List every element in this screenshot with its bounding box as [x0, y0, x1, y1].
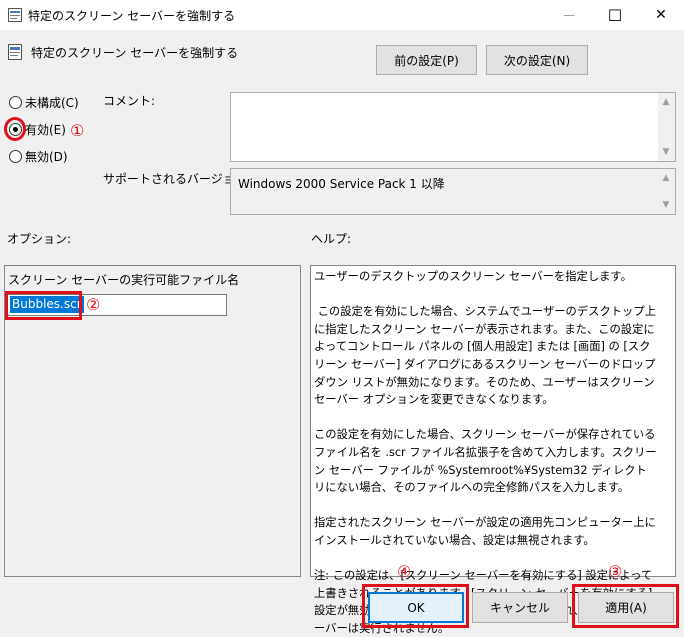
options-heading: オプション:: [7, 232, 72, 246]
next-setting-button[interactable]: 次の設定(N): [486, 45, 588, 75]
annotation-step-2: ②: [86, 295, 101, 314]
supported-on-value: Windows 2000 Service Pack 1 以降: [238, 177, 445, 191]
radio-enabled-label: 有効(E): [25, 123, 66, 137]
scroll-down-icon[interactable]: ▼: [661, 147, 671, 157]
scroll-up-icon[interactable]: ▲: [661, 173, 671, 183]
radio-disabled[interactable]: 無効(D): [9, 148, 68, 165]
minimize-icon: —: [563, 8, 575, 22]
screensaver-exe-label: スクリーン セーバーの実行可能ファイル名: [8, 273, 240, 287]
policy-title: 特定のスクリーン セーバーを強制する: [31, 46, 239, 60]
minimize-button[interactable]: —: [546, 0, 592, 30]
supported-scrollbar[interactable]: ▲ ▼: [658, 169, 675, 214]
annotation-ok-highlight: [362, 584, 469, 628]
close-button[interactable]: ✕: [638, 0, 684, 30]
maximize-icon: ☐: [607, 5, 623, 25]
radio-not-configured[interactable]: 未構成(C): [9, 94, 79, 111]
annotation-step-4: ④: [397, 562, 412, 581]
annotation-step-3: ③: [608, 562, 623, 581]
comment-textarea[interactable]: [230, 92, 676, 162]
supported-on-field: Windows 2000 Service Pack 1 以降: [230, 168, 676, 215]
annotation-radio-circle: [4, 117, 26, 141]
scroll-up-icon[interactable]: ▲: [661, 97, 671, 107]
maximize-button[interactable]: ☐: [592, 0, 638, 30]
close-icon: ✕: [655, 7, 667, 23]
annotation-apply-highlight: [572, 584, 679, 628]
policy-setting-icon: [8, 44, 22, 60]
annotation-step-1: ①: [70, 121, 85, 140]
cancel-button[interactable]: キャンセル: [472, 592, 568, 623]
radio-disabled-label: 無効(D): [25, 150, 68, 164]
help-heading: ヘルプ:: [311, 232, 352, 246]
help-text: ユーザーのデスクトップのスクリーン セーバーを指定します。 この設定を有効にした…: [314, 270, 657, 635]
policy-app-icon: [8, 8, 22, 22]
previous-setting-button[interactable]: 前の設定(P): [376, 45, 477, 75]
comment-label: コメント:: [103, 94, 156, 108]
comment-scrollbar[interactable]: ▲ ▼: [658, 93, 675, 161]
window-title: 特定のスクリーン セーバーを強制する: [28, 9, 236, 23]
scroll-down-icon[interactable]: ▼: [661, 200, 671, 210]
supported-on-label: サポートされるバージョン:: [103, 172, 251, 186]
radio-not-configured-label: 未構成(C): [25, 96, 79, 110]
radio-circle-icon[interactable]: [9, 150, 22, 163]
annotation-input-highlight: [5, 291, 82, 320]
radio-circle-icon[interactable]: [9, 96, 22, 109]
